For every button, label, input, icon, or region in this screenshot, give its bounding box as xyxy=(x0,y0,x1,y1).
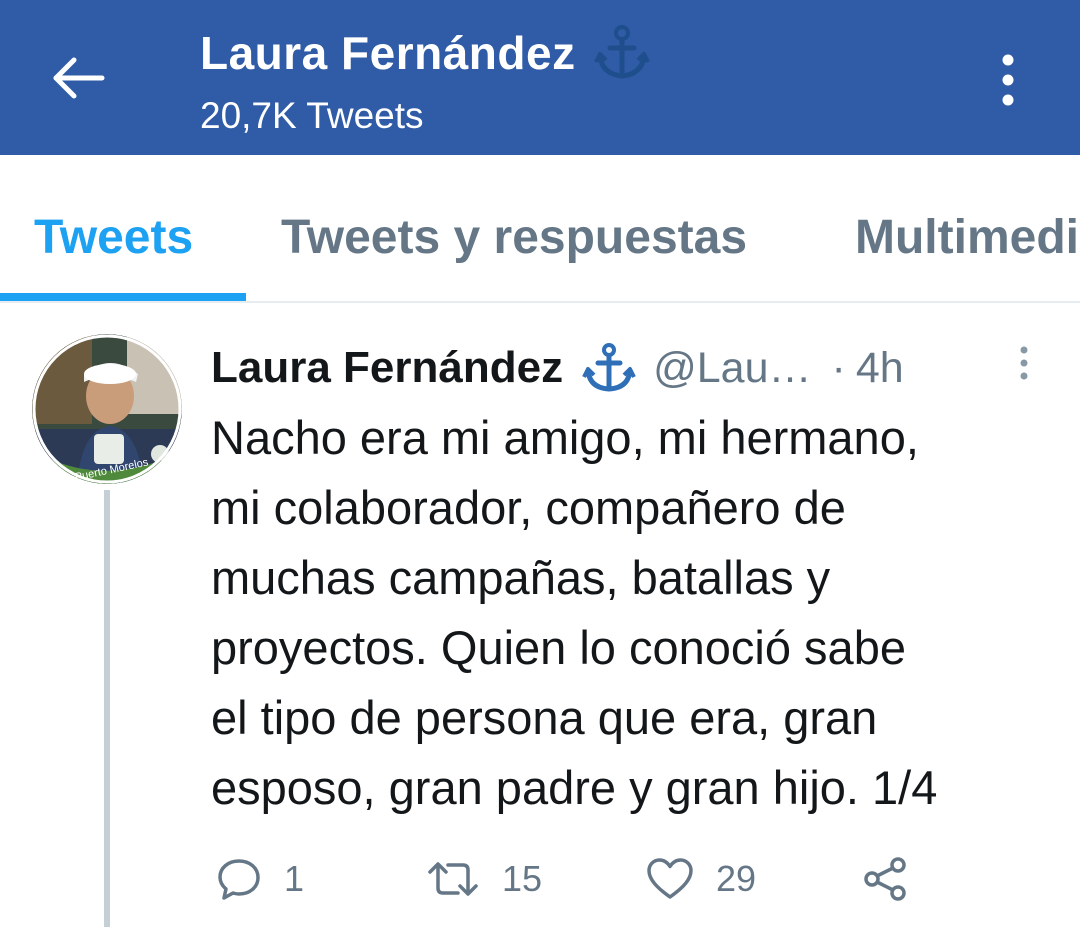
like-button[interactable]: 29 xyxy=(646,852,756,906)
tweet-count: 20,7K Tweets xyxy=(200,95,424,136)
retweet-icon xyxy=(428,862,478,896)
header-name: Laura Fernández xyxy=(200,27,576,79)
tab-multimedia[interactable]: Multimedia xyxy=(855,210,1080,265)
tab-tweets[interactable]: Tweets xyxy=(34,210,193,265)
tweet-menu-button[interactable] xyxy=(1016,345,1032,381)
tweet-text: Nacho era mi amigo, mi hermano, mi colab… xyxy=(211,411,938,814)
profile-screen: Laura Fernández 20,7K Tweets Tweets Twee… xyxy=(0,0,1080,927)
reply-count: 1 xyxy=(284,858,305,899)
tweet-header: Laura Fernández @Lau… · 4h xyxy=(211,338,904,398)
share-button[interactable] xyxy=(862,852,910,906)
back-arrow-icon xyxy=(53,57,105,99)
more-vertical-icon xyxy=(1002,54,1014,106)
avatar[interactable]: Puerto Morelos xyxy=(32,334,182,484)
avatar-photo: Puerto Morelos xyxy=(32,334,182,484)
back-button[interactable] xyxy=(48,50,108,106)
active-tab-indicator xyxy=(0,293,246,301)
like-count: 29 xyxy=(716,858,757,899)
profile-tabs: Tweets Tweets y respuestas Multimedia xyxy=(0,155,1080,303)
profile-header: Laura Fernández 20,7K Tweets xyxy=(0,0,1080,155)
anchor-icon xyxy=(582,343,636,392)
separator-dot: · xyxy=(831,343,846,392)
thread-line xyxy=(104,490,110,927)
more-options-button[interactable] xyxy=(990,50,1026,110)
author-name[interactable]: Laura Fernández xyxy=(211,343,563,393)
tab-tweets-y-respuestas[interactable]: Tweets y respuestas xyxy=(281,210,747,265)
header-title-row: Laura Fernández xyxy=(200,22,650,84)
heart-icon xyxy=(647,858,693,899)
reply-icon xyxy=(218,859,260,900)
share-icon xyxy=(864,857,906,901)
reply-button[interactable]: 1 xyxy=(216,852,304,906)
tweet-timestamp[interactable]: 4h xyxy=(856,344,904,393)
retweet-button[interactable]: 15 xyxy=(426,852,542,906)
anchor-icon xyxy=(593,25,650,79)
retweet-count: 15 xyxy=(502,858,543,899)
author-handle[interactable]: @Lau… xyxy=(653,344,811,393)
more-vertical-icon xyxy=(1020,346,1028,380)
